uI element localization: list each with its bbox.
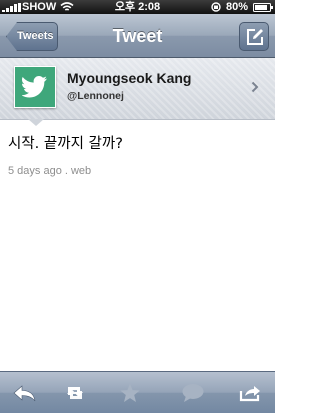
reply-button[interactable] — [0, 372, 50, 413]
compose-icon — [247, 29, 263, 45]
battery-percentage: 80% — [226, 1, 249, 13]
favorite-button[interactable] — [105, 372, 155, 413]
favorite-star-icon — [120, 383, 140, 402]
user-display-name: Myoungseok Kang — [67, 70, 192, 86]
retweet-button[interactable] — [50, 372, 100, 413]
speech-bubble-icon — [182, 383, 204, 402]
share-icon — [239, 385, 260, 401]
tweet-text: 시작. 끝까지 갈까? — [8, 136, 123, 152]
status-bar: SHOW 오후 2:08 80% — [0, 0, 275, 14]
user-handle: @Lennonej — [67, 90, 124, 102]
twitter-bird-icon — [22, 76, 47, 98]
tweet-timestamp: 5 days ago . web — [8, 165, 92, 177]
orientation-lock-icon — [211, 2, 221, 12]
header-pointer — [28, 119, 44, 126]
user-profile-header[interactable]: Myoungseok Kang @Lennonej — [0, 58, 275, 120]
chevron-right-icon — [251, 81, 259, 93]
compose-button[interactable] — [239, 22, 269, 51]
battery-icon — [253, 3, 273, 12]
navigation-bar: Tweets Tweet — [0, 14, 275, 58]
retweet-icon — [67, 386, 83, 399]
reply-icon — [13, 384, 36, 401]
avatar — [14, 66, 56, 108]
bottom-toolbar — [0, 371, 275, 413]
share-button[interactable] — [225, 372, 275, 413]
page-title: Tweet — [112, 26, 163, 46]
comment-button[interactable] — [168, 372, 218, 413]
